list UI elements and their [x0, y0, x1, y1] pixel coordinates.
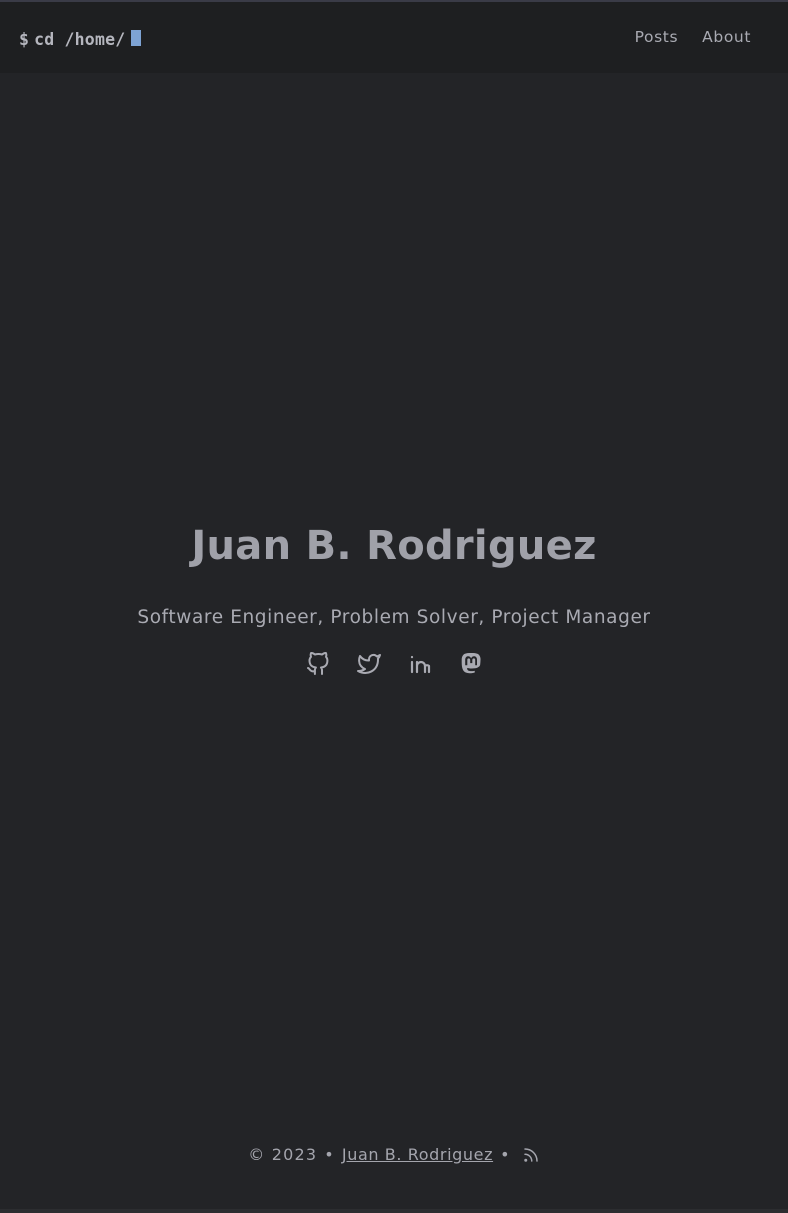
github-icon: [306, 652, 328, 675]
footer-separator-2: •: [500, 1145, 511, 1164]
copyright-text: © 2023: [248, 1145, 318, 1164]
mastodon-link[interactable]: [458, 651, 484, 677]
nav-about-link[interactable]: About: [702, 28, 751, 46]
logo-prompt: $: [19, 29, 30, 49]
rss-link[interactable]: [522, 1146, 540, 1164]
hero-section: Juan B. Rodriguez Software Engineer, Pro…: [0, 518, 788, 677]
linkedin-link[interactable]: [407, 651, 433, 677]
footer-author-link[interactable]: Juan B. Rodriguez: [342, 1145, 493, 1164]
mastodon-icon: [461, 653, 481, 674]
footer-separator: •: [324, 1145, 335, 1164]
site-footer: © 2023 • Juan B. Rodriguez •: [0, 1145, 788, 1164]
rss-icon: [523, 1147, 538, 1162]
navbar: $ cd /home/ Posts About: [0, 2, 788, 73]
main-nav: Posts About: [635, 28, 751, 46]
twitter-icon: [356, 654, 381, 674]
linkedin-icon: [410, 655, 430, 674]
github-link[interactable]: [305, 651, 331, 677]
blinking-cursor: [131, 29, 142, 46]
nav-posts-link[interactable]: Posts: [635, 28, 679, 46]
tagline: Software Engineer, Problem Solver, Proje…: [137, 607, 651, 628]
bottom-border: [0, 1209, 788, 1213]
logo-text: cd /home/: [34, 29, 126, 49]
author-name: Juan B. Rodriguez: [191, 523, 597, 569]
twitter-link[interactable]: [356, 651, 382, 677]
social-links: [0, 651, 788, 677]
site-logo-link[interactable]: $ cd /home/: [19, 28, 142, 50]
